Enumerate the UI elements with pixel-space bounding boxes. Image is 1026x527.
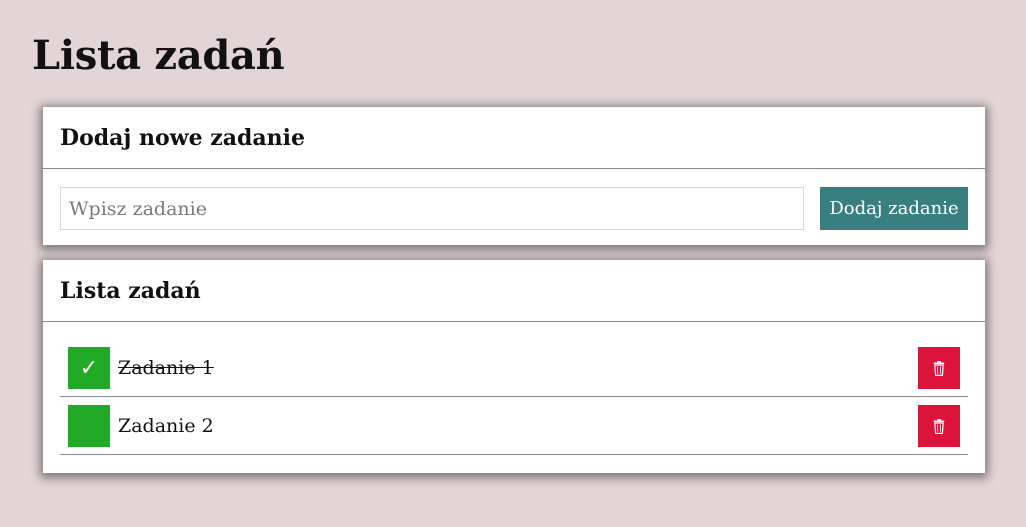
page-title: Lista zadań	[32, 32, 285, 79]
task-list-heading: Lista zadań	[43, 260, 985, 322]
add-task-panel: Dodaj nowe zadanie Dodaj zadanie	[43, 107, 985, 245]
task-list: ✓ Zadanie 1 Zadanie 2	[60, 339, 968, 455]
complete-checkbox[interactable]	[68, 405, 110, 447]
task-row: ✓ Zadanie 1	[60, 339, 968, 397]
add-task-heading: Dodaj nowe zadanie	[43, 107, 985, 169]
checkmark-icon: ✓	[79, 355, 99, 381]
trash-icon	[933, 418, 945, 434]
task-label: Zadanie 2	[118, 415, 214, 437]
add-task-button[interactable]: Dodaj zadanie	[820, 187, 968, 230]
task-input[interactable]	[60, 187, 804, 230]
trash-icon	[933, 360, 945, 376]
add-task-form: Dodaj zadanie	[60, 187, 968, 230]
task-label: Zadanie 1	[118, 357, 214, 379]
task-list-panel: Lista zadań ✓ Zadanie 1 Zadanie 2	[43, 260, 985, 473]
task-row: Zadanie 2	[60, 397, 968, 455]
delete-task-button[interactable]	[918, 347, 960, 389]
delete-task-button[interactable]	[918, 405, 960, 447]
complete-checkbox[interactable]: ✓	[68, 347, 110, 389]
